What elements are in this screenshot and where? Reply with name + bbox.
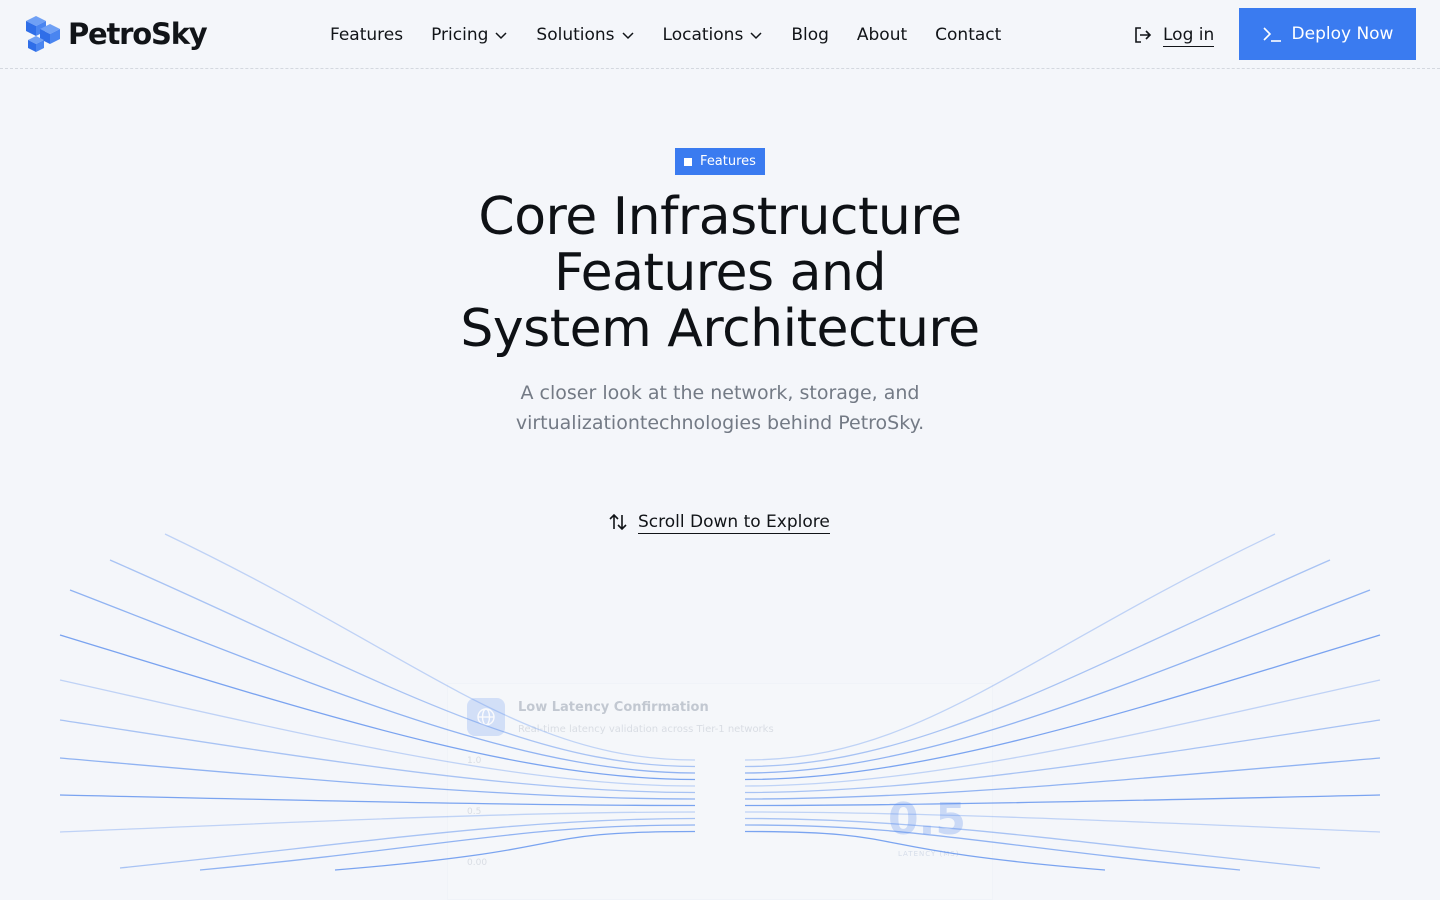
nav-label: About: [856, 25, 908, 45]
subtitle-line: A closer look at the network, storage, a…: [520, 382, 920, 404]
ray-line: [69, 589, 696, 774]
ray-line: [744, 589, 1371, 774]
chevron-down-icon: [750, 32, 762, 40]
section-badge: Features: [675, 148, 765, 175]
page-subtitle: A closer look at the network, storage, a…: [420, 378, 1020, 438]
chevron-down-icon: [495, 32, 507, 40]
deploy-label: Deploy Now: [1291, 24, 1394, 44]
decorative-rays: [59, 533, 1381, 871]
login-link[interactable]: Log in: [1133, 22, 1215, 48]
nav-label: Blog: [791, 25, 829, 45]
cube-logo-icon: [26, 16, 60, 52]
nav-features[interactable]: Features: [330, 25, 403, 45]
ray-line: [59, 757, 696, 800]
brand-name: PetroSky: [68, 17, 208, 51]
title-line: Core Infrastructure: [478, 187, 962, 247]
page-title: Core Infrastructure Features and System …: [320, 189, 1120, 357]
badge-label: Features: [700, 154, 756, 169]
terminal-icon: [1262, 27, 1281, 42]
deploy-now-button[interactable]: Deploy Now: [1239, 8, 1416, 60]
ray-line: [334, 830, 696, 871]
main-nav: Features Pricing Solutions Locations Blo…: [330, 22, 1001, 48]
nav-label: Pricing: [431, 25, 489, 45]
ray-line: [744, 794, 1381, 807]
site-header: PetroSky Features Pricing Solutions Loca…: [0, 0, 1440, 69]
ray-line: [164, 533, 696, 761]
ray-line: [744, 679, 1381, 787]
nav-about[interactable]: About: [857, 25, 907, 45]
login-icon: [1135, 27, 1152, 43]
square-icon: [684, 157, 693, 166]
nav-label: Contact: [935, 25, 1002, 45]
title-line: System Architecture: [460, 299, 980, 359]
ray-line: [744, 757, 1381, 800]
login-label: Log in: [1163, 24, 1215, 47]
nav-label: Features: [330, 25, 404, 45]
nav-label: Solutions: [536, 25, 615, 45]
nav-locations[interactable]: Locations: [663, 25, 764, 45]
chevron-down-icon: [622, 32, 634, 40]
ray-line: [59, 679, 696, 787]
nav-pricing[interactable]: Pricing: [431, 25, 508, 45]
nav-contact[interactable]: Contact: [935, 25, 1001, 45]
nav-solutions[interactable]: Solutions: [536, 25, 634, 45]
ray-line: [744, 830, 1106, 871]
ray-line: [59, 811, 696, 833]
nav-blog[interactable]: Blog: [791, 25, 829, 45]
ray-line: [744, 811, 1381, 833]
ray-line: [744, 533, 1276, 761]
title-line: Features and: [554, 243, 886, 303]
ray-line: [59, 794, 696, 807]
subtitle-line: virtualizationtechnologies behind PetroS…: [515, 412, 925, 434]
brand-logo[interactable]: PetroSky: [24, 14, 208, 54]
nav-label: Locations: [662, 25, 744, 45]
